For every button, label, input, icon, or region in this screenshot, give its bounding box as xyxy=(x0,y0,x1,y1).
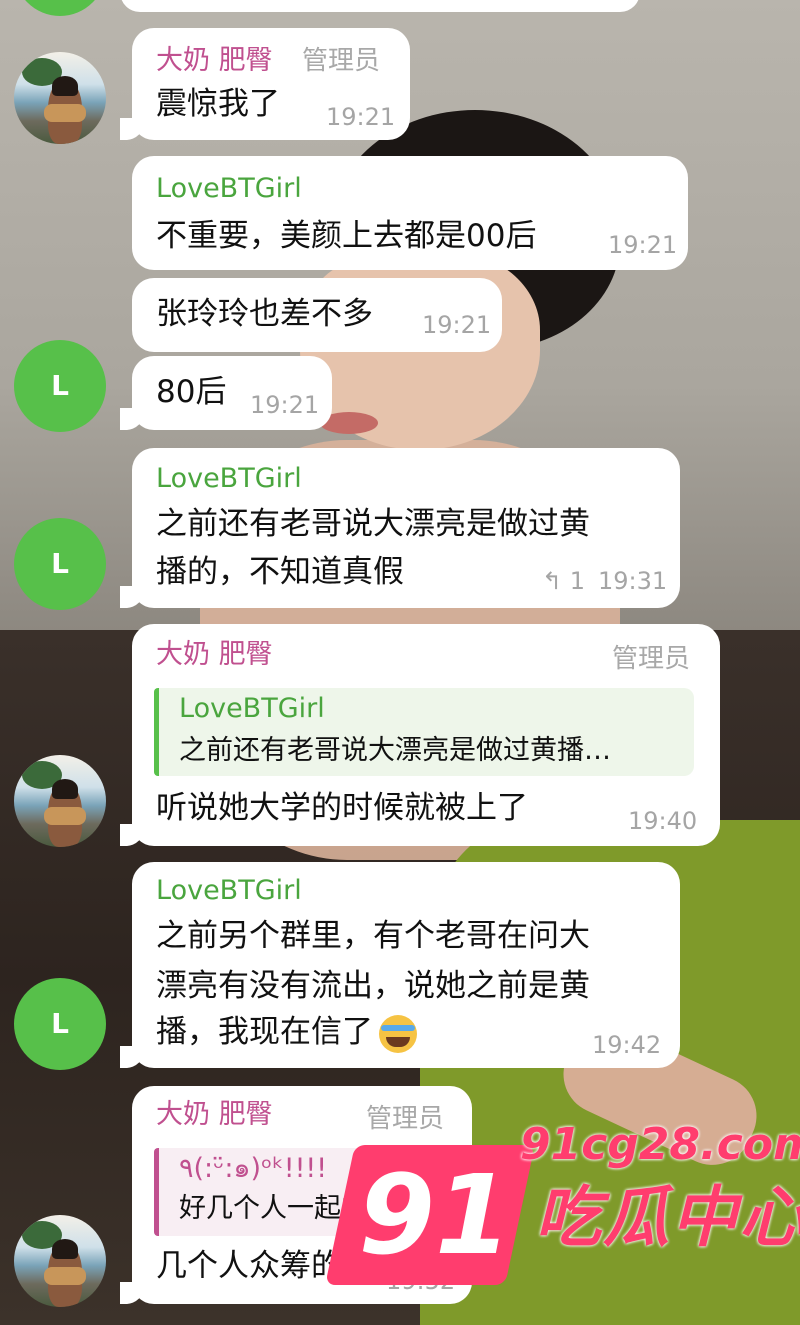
sender-name[interactable]: LoveBTGirl xyxy=(156,874,302,908)
message-bubble[interactable]: LoveBTGirl 之前另个群里，有个老哥在问大 漂亮有没有流出，说她之前是黄… xyxy=(120,862,680,1068)
message-time: 19:31 xyxy=(598,567,668,595)
avatar[interactable] xyxy=(14,52,106,144)
message-time: 19:21 xyxy=(250,391,320,419)
message-bubble[interactable]: 张玲玲也差不多 19:21 xyxy=(132,278,502,352)
partial-message-bubble[interactable] xyxy=(120,0,640,12)
sender-name[interactable]: 大奶 肥臀 xyxy=(156,44,273,78)
avatar[interactable] xyxy=(14,1215,106,1307)
avatar-top xyxy=(44,1267,86,1285)
reply-icon: ↰ xyxy=(542,567,570,595)
message-text: 不重要，美颜上去都是00后 xyxy=(156,218,537,254)
message-time: 19:42 xyxy=(592,1031,662,1059)
quote-text: 之前还有老哥说大漂亮是做过黄播… xyxy=(179,735,611,766)
message-text: 几个人众筹的 xyxy=(156,1248,342,1284)
message-bubble[interactable]: 大奶 肥臀 管理员 LoveBTGirl 之前还有老哥说大漂亮是做过黄播… 听说… xyxy=(120,624,720,846)
message-text: 震惊我了 xyxy=(156,86,280,122)
message-text: 张玲玲也差不多 xyxy=(156,296,373,332)
sender-name[interactable]: LoveBTGirl xyxy=(156,172,302,206)
avatar-top xyxy=(44,104,86,122)
message-bubble[interactable]: 大奶 肥臀 管理员 震惊我了 19:21 xyxy=(120,28,410,140)
watermark-url: 91cg28.com xyxy=(520,1119,800,1170)
quote-sender: LoveBTGirl xyxy=(179,693,325,724)
watermark-number: 91 xyxy=(358,1151,512,1279)
sender-name[interactable]: 大奶 肥臀 xyxy=(156,1098,273,1132)
laughing-tears-emoji-icon xyxy=(379,1014,417,1053)
avatar[interactable]: L xyxy=(14,340,106,432)
sender-name[interactable]: 大奶 肥臀 xyxy=(156,638,273,672)
reply-count[interactable]: ↰ 1 xyxy=(542,566,585,596)
quote-sender: ٩(:ᵕ̈:๑)ᵒᵏ!!!! xyxy=(179,1153,328,1184)
admin-badge: 管理员 xyxy=(302,46,381,76)
message-time: 19:40 xyxy=(628,807,698,835)
admin-badge: 管理员 xyxy=(612,644,691,674)
reply-quote[interactable]: LoveBTGirl 之前还有老哥说大漂亮是做过黄播… xyxy=(154,688,694,776)
avatar-hair xyxy=(52,779,78,799)
avatar[interactable]: L xyxy=(14,978,106,1070)
message-text-line: 之前还有老哥说大漂亮是做过黄 xyxy=(156,506,590,542)
sender-name[interactable]: LoveBTGirl xyxy=(156,462,302,496)
message-text-part: 播，我现在信了 xyxy=(156,1014,373,1050)
message-text-line: 之前另个群里，有个老哥在问大 xyxy=(156,918,590,954)
message-time: 19:21 xyxy=(608,231,678,259)
avatar[interactable] xyxy=(14,755,106,847)
message-text-line: 播的，不知道真假 xyxy=(156,554,404,590)
avatar-top xyxy=(44,807,86,825)
watermark-title: 吃瓜中心 xyxy=(535,1179,800,1256)
message-text: 80后 xyxy=(156,374,227,410)
message-time: 19:21 xyxy=(326,103,396,131)
message-text: 听说她大学的时候就被上了 xyxy=(156,790,528,826)
avatar[interactable]: L xyxy=(14,518,106,610)
avatar-hair xyxy=(52,1239,78,1259)
message-time: 19:21 xyxy=(422,311,492,339)
avatar-hair xyxy=(52,76,78,96)
message-bubble[interactable]: LoveBTGirl 之前还有老哥说大漂亮是做过黄 播的，不知道真假 ↰ 1 1… xyxy=(120,448,680,608)
admin-badge: 管理员 xyxy=(366,1104,445,1134)
reply-count-value: 1 xyxy=(569,567,586,595)
message-bubble[interactable]: LoveBTGirl 不重要，美颜上去都是00后 19:21 xyxy=(132,156,688,270)
message-text-line: 漂亮有没有流出，说她之前是黄 xyxy=(156,968,590,1004)
message-text-line: 播，我现在信了 xyxy=(156,1008,417,1056)
message-bubble[interactable]: 80后 19:21 xyxy=(120,356,332,430)
